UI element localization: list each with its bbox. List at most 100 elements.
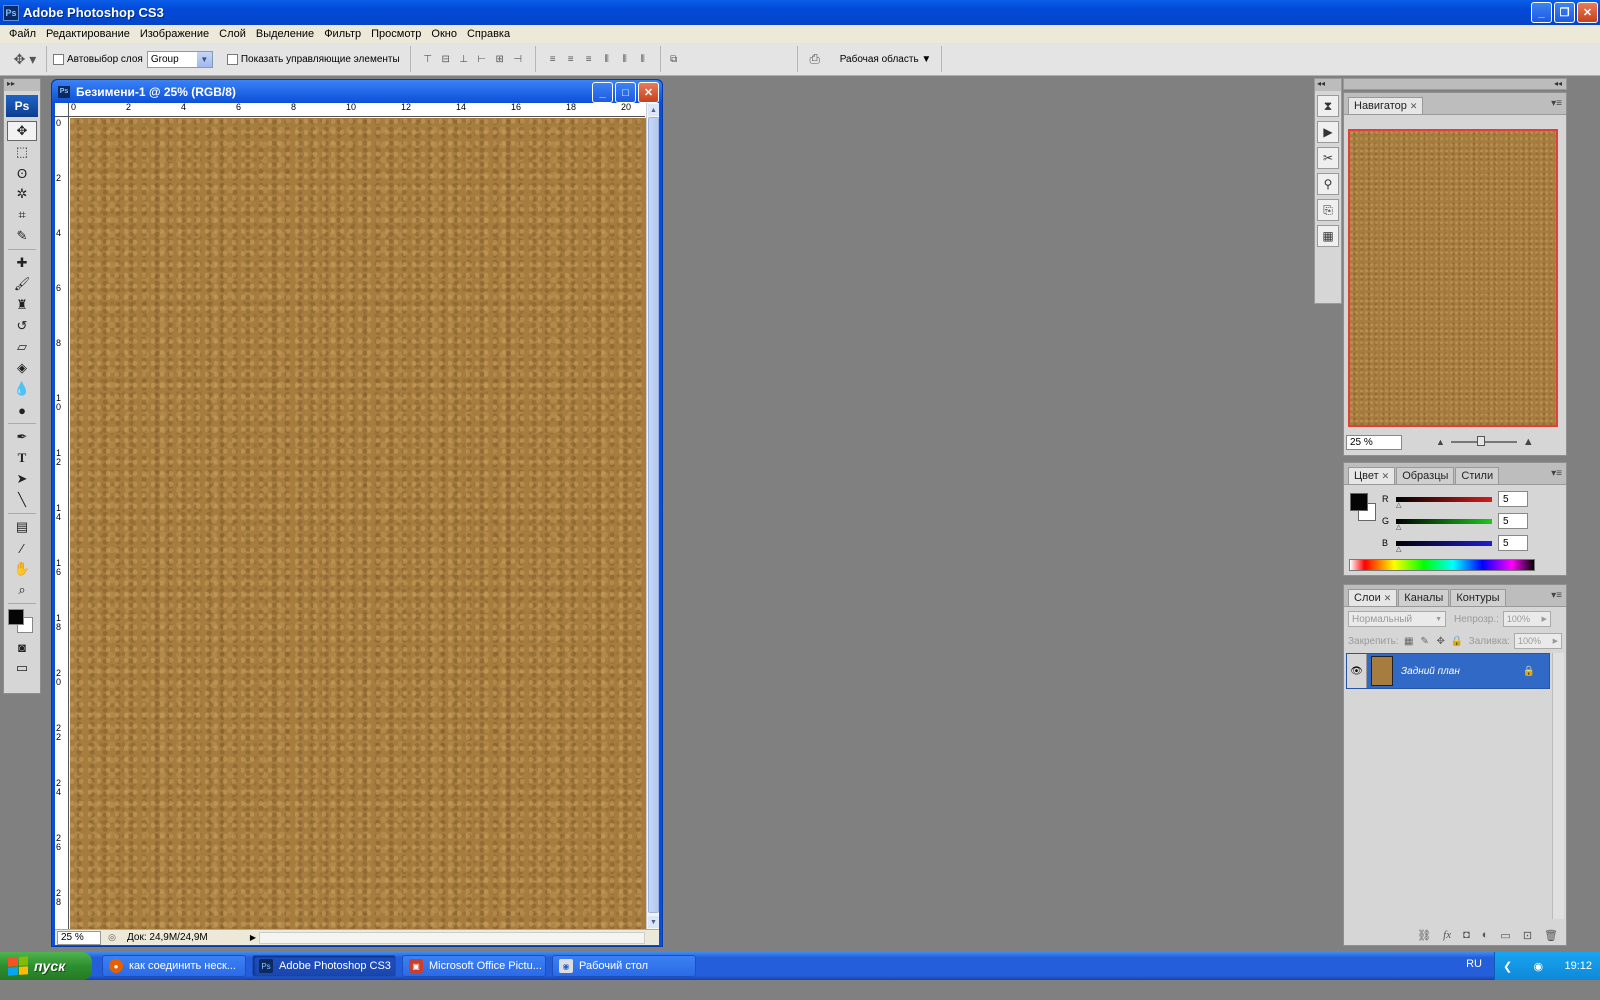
menu-edit[interactable]: Редактирование <box>41 28 135 40</box>
new-layer-icon[interactable]: ⊡ <box>1523 929 1532 942</box>
layer-comps-icon[interactable]: ▦ <box>1317 225 1339 247</box>
fill-field[interactable]: 100% ▶ <box>1513 633 1562 649</box>
layer-mask-icon[interactable]: ◘ <box>1463 929 1470 941</box>
start-button[interactable]: пуск <box>0 952 92 980</box>
move-tool-preset-icon[interactable]: ✥ ▾ <box>10 51 40 67</box>
link-layers-icon[interactable]: ⛓ <box>1417 929 1431 942</box>
hand-tool-icon[interactable]: ✋ <box>7 559 37 579</box>
distribute-hcenter-icon[interactable]: ⦀ <box>618 52 632 66</box>
slider-g[interactable]: △ <box>1396 518 1492 531</box>
tray-arrow-icon[interactable]: ❮ <box>1503 960 1512 973</box>
slider-r-handle-icon[interactable]: △ <box>1396 502 1401 509</box>
auto-select-dropdown[interactable]: Group ▼ <box>146 50 213 68</box>
delete-layer-icon[interactable]: 🗑 <box>1544 929 1558 942</box>
ruler-origin[interactable] <box>55 103 69 117</box>
vertical-ruler[interactable]: 0 2 4 6 8 10 12 14 16 18 20 22 24 26 28 <box>55 117 69 929</box>
lock-pixels-icon[interactable]: ✎ <box>1419 635 1431 647</box>
doc-zoom-field[interactable]: 25 % <box>57 930 101 945</box>
task-desktop[interactable]: ◉ Рабочий стол <box>552 955 696 977</box>
panel-menu-icon[interactable]: ▾≡ <box>1551 590 1562 601</box>
lock-all-icon[interactable]: 🔒 <box>1450 635 1462 647</box>
menu-window[interactable]: Окно <box>426 28 462 40</box>
distribute-bottom-icon[interactable]: ≡ <box>582 52 596 66</box>
layers-scrollbar[interactable] <box>1552 653 1564 919</box>
clone-source-icon[interactable]: ⎘ <box>1317 199 1339 221</box>
menu-view[interactable]: Просмотр <box>366 28 426 40</box>
menu-help[interactable]: Справка <box>462 28 515 40</box>
navigator-zoom-field[interactable]: 25 % <box>1346 434 1402 450</box>
pen-tool-icon[interactable]: ✒ <box>7 427 37 447</box>
zoom-tool-icon[interactable]: ⌕ <box>7 580 37 600</box>
eraser-tool-icon[interactable]: ▱ <box>7 337 37 357</box>
crop-tool-icon[interactable]: ⌗ <box>7 205 37 225</box>
close-icon[interactable]: ✕ <box>1384 593 1392 604</box>
slider-g-handle-icon[interactable]: △ <box>1396 524 1401 531</box>
distribute-top-icon[interactable]: ≡ <box>546 52 560 66</box>
auto-align-icon[interactable]: ⧉ <box>667 52 681 66</box>
distribute-right-icon[interactable]: ⦀ <box>636 52 650 66</box>
doc-maximize-button[interactable]: □ <box>615 82 636 103</box>
panel-grip[interactable]: ▸▸ <box>4 79 40 91</box>
menu-layer[interactable]: Слой <box>214 28 251 40</box>
zoom-out-icon[interactable]: ▲ <box>1436 437 1445 447</box>
workspace-menu[interactable]: Рабочая область ▼ <box>840 54 932 65</box>
move-tool-icon[interactable]: ✥ <box>7 121 37 141</box>
zoom-slider[interactable] <box>1450 436 1517 446</box>
actions-panel-icon[interactable]: ▶ <box>1317 121 1339 143</box>
color-panel-swatches[interactable] <box>1350 493 1380 523</box>
lock-position-icon[interactable]: ✥ <box>1435 635 1447 647</box>
dock-grip[interactable]: ◂◂ <box>1315 79 1341 91</box>
zoom-in-icon[interactable]: ▲ <box>1523 436 1534 448</box>
language-indicator[interactable]: RU <box>1466 958 1482 970</box>
marquee-tool-icon[interactable]: ⬚ <box>7 142 37 162</box>
quick-mask-icon[interactable]: ◙ <box>7 637 37 657</box>
history-brush-tool-icon[interactable]: ↺ <box>7 316 37 336</box>
close-button[interactable]: ✕ <box>1577 2 1598 23</box>
status-menu-arrow-icon[interactable]: ▶ <box>247 931 259 945</box>
image-canvas[interactable] <box>70 118 646 930</box>
doc-minimize-button[interactable]: _ <box>592 82 613 103</box>
brush-tool-icon[interactable]: 🖌 <box>7 274 37 294</box>
tab-navigator[interactable]: Навигатор ✕ <box>1348 97 1424 114</box>
color-swatches[interactable] <box>5 607 39 635</box>
panels-grip[interactable]: ◂◂ <box>1343 78 1567 90</box>
clone-stamp-tool-icon[interactable]: ♜ <box>7 295 37 315</box>
history-panel-icon[interactable]: ⧗ <box>1317 95 1339 117</box>
value-r-input[interactable]: 5 <box>1498 491 1528 507</box>
lock-transparency-icon[interactable]: ▦ <box>1403 635 1415 647</box>
foreground-color-chip[interactable] <box>1350 493 1368 511</box>
align-vcenter-icon[interactable]: ⊟ <box>439 52 453 66</box>
tab-layers[interactable]: Слои ✕ <box>1348 589 1398 606</box>
slider-r[interactable]: △ <box>1396 496 1492 509</box>
scroll-thumb[interactable] <box>648 117 659 913</box>
screen-mode-icon[interactable]: ▭ <box>7 658 37 678</box>
opacity-field[interactable]: 100% ▶ <box>1502 611 1551 627</box>
path-selection-tool-icon[interactable]: ➤ <box>7 469 37 489</box>
paint-bucket-tool-icon[interactable]: ◈ <box>7 358 37 378</box>
menu-file[interactable]: Файл <box>4 28 41 40</box>
scroll-down-icon[interactable]: ▼ <box>648 916 659 928</box>
auto-select-checkbox[interactable]: Автовыбор слоя <box>53 53 143 65</box>
line-tool-icon[interactable]: ╲ <box>7 490 37 510</box>
tray-app-icon[interactable]: ◉ <box>1534 960 1544 973</box>
horizontal-scrollbar[interactable] <box>259 931 645 944</box>
lasso-tool-icon[interactable]: ʘ <box>7 163 37 183</box>
minimize-button[interactable]: _ <box>1531 2 1552 23</box>
layer-row[interactable]: 👁 Задний план 🔒 <box>1346 653 1550 689</box>
distribute-left-icon[interactable]: ⦀ <box>600 52 614 66</box>
align-top-icon[interactable]: ⊤ <box>421 52 435 66</box>
align-bottom-icon[interactable]: ⊥ <box>457 52 471 66</box>
tool-presets-icon[interactable]: ✂ <box>1317 147 1339 169</box>
menu-image[interactable]: Изображение <box>135 28 214 40</box>
notes-tool-icon[interactable]: ▤ <box>7 517 37 537</box>
menu-filter[interactable]: Фильтр <box>319 28 366 40</box>
distribute-vcenter-icon[interactable]: ≡ <box>564 52 578 66</box>
tab-color[interactable]: Цвет ✕ <box>1348 467 1396 484</box>
navigator-preview[interactable] <box>1348 129 1558 427</box>
align-left-icon[interactable]: ⊢ <box>475 52 489 66</box>
slider-b-handle-icon[interactable]: △ <box>1396 546 1401 553</box>
visibility-eye-icon[interactable]: 👁 <box>1347 654 1367 688</box>
vertical-scrollbar[interactable]: ▲ ▼ <box>646 103 659 929</box>
task-firefox[interactable]: ● как соединить неск... <box>102 955 246 977</box>
scroll-up-icon[interactable]: ▲ <box>648 104 659 116</box>
